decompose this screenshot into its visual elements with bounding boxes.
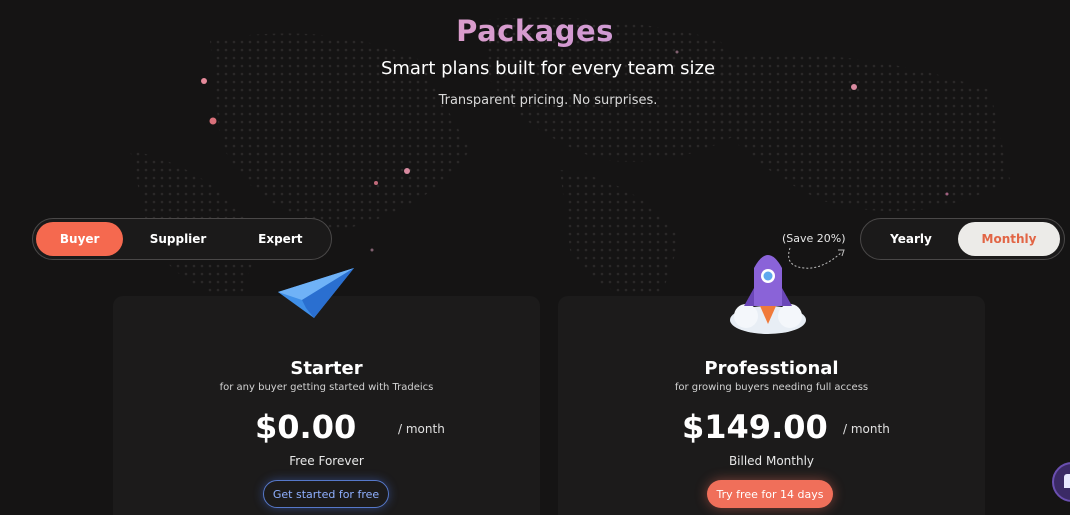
page-title: Packages (0, 14, 1070, 48)
plan-period: / month (843, 422, 890, 436)
plan-period: / month (398, 422, 445, 436)
paper-plane-icon (278, 268, 354, 318)
plan-price: $0.00 (255, 408, 357, 446)
billing-period-toggle: Yearly Monthly (860, 218, 1065, 260)
plan-card-starter: Starter for any buyer getting started wi… (113, 296, 540, 515)
plan-description: for growing buyers needing full access (674, 382, 869, 393)
period-option-yearly[interactable]: Yearly (864, 222, 958, 256)
role-toggle: Buyer Supplier Expert (32, 218, 332, 260)
period-option-monthly[interactable]: Monthly (958, 222, 1060, 256)
page-subtitle: Smart plans built for every team size (380, 58, 716, 79)
try-free-button[interactable]: Try free for 14 days (707, 480, 833, 508)
plan-billing: Billed Monthly (728, 454, 815, 468)
chat-widget-icon[interactable] (1052, 462, 1070, 502)
page-tagline: Transparent pricing. No surprises. (438, 93, 658, 108)
role-option-buyer[interactable]: Buyer (36, 222, 124, 256)
get-started-button[interactable]: Get started for free (263, 480, 389, 508)
role-option-supplier[interactable]: Supplier (123, 222, 232, 256)
plan-description: for any buyer getting started with Trade… (219, 382, 434, 393)
plan-price: $149.00 (682, 408, 828, 446)
plan-name: Professtional (704, 358, 839, 379)
plan-name: Starter (290, 358, 363, 379)
plan-billing: Free Forever (289, 454, 364, 468)
role-option-expert[interactable]: Expert (233, 222, 328, 256)
rocket-icon (730, 255, 806, 334)
